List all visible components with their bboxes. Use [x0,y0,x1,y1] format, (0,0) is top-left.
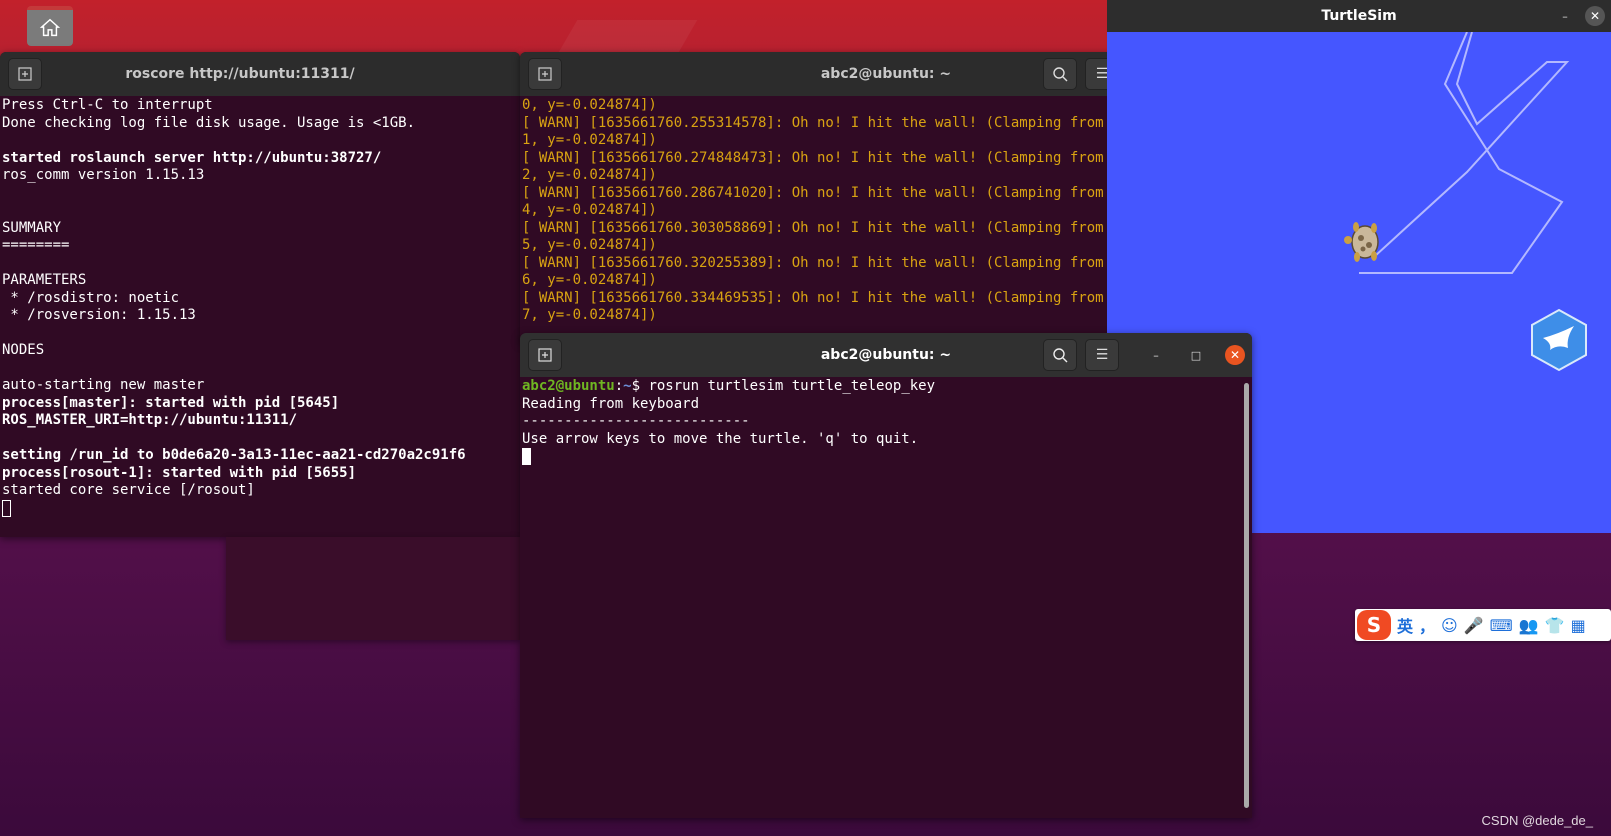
output-line: NODES [2,342,45,358]
terminal-output[interactable]: Press Ctrl-C to interrupt Done checking … [0,96,520,518]
emoji-icon[interactable]: ☺ [1441,616,1458,635]
output-line: ROS_MASTER_URI=http://ubuntu:11311/ [2,412,298,428]
microphone-icon[interactable]: 🎤 [1464,616,1484,635]
output-line: process[master]: started with pid [5645] [2,394,340,411]
close-icon: ✕ [1229,348,1241,362]
output-line: * /rosversion: 1.15.13 [2,307,196,323]
minimize-button[interactable]: – [1146,345,1166,365]
output-line: ======== [2,237,70,253]
prompt-separator: : [614,378,624,394]
minimize-icon: – [1153,348,1159,362]
input-method-toolbar[interactable]: S 英 ， ☺ 🎤 ⌨ 👥 👕 ▦ [1355,609,1611,641]
command-text: rosrun turtlesim turtle_teleop_key [648,378,936,394]
terminal-output[interactable]: abc2@ubuntu:~$ rosrun turtlesim turtle_t… [520,377,1252,467]
roscore-terminal-window[interactable]: roscore http://ubuntu:11311/ Press Ctrl-… [0,52,520,537]
new-tab-icon [538,348,552,362]
maximize-button[interactable]: □ [1186,345,1206,365]
ime-language-toggle[interactable]: 英 [1397,613,1413,637]
output-line: setting /run_id to b0de6a20-3a13-11ec-aa… [2,447,466,463]
turtle-trail [1374,31,1570,257]
turtle-icon [1344,222,1379,262]
scrollbar[interactable] [1244,383,1249,808]
sogou-logo-icon[interactable]: S [1357,610,1391,640]
close-button[interactable]: ✕ [1225,345,1245,365]
teleop-terminal-window[interactable]: abc2@ubuntu: ~ ☰ – □ ✕ abc2@ubuntu:~$ ro… [520,333,1252,818]
prompt-user: abc2@ubuntu [522,378,615,394]
home-icon [39,18,61,37]
roscore-window-shadow [226,537,520,640]
maximize-icon: □ [1190,348,1202,362]
turtle-trail [1359,31,1564,274]
minimize-button[interactable]: – [1555,6,1575,26]
warn-line: 5, y=-0.024874]) [522,237,657,253]
warn-line: [ WARN] [1635661760.303058869]: Oh no! I… [522,219,1197,236]
floating-app-icon[interactable] [1528,308,1590,372]
prompt-path: ~ [623,378,632,394]
warn-line: 6, y=-0.024874]) [522,272,657,288]
warn-line: 1, y=-0.024874]) [522,132,657,148]
text-cursor [522,448,531,465]
warn-line: [ WARN] [1635661760.274848473]: Oh no! I… [522,149,1197,166]
output-line: --------------------------- [522,413,750,429]
warn-line: 0, y=-0.024874]) [522,97,657,113]
text-cursor [2,499,11,517]
warn-line: [ WARN] [1635661760.334469535]: Oh no! I… [522,289,1197,306]
new-tab-button[interactable] [528,58,562,90]
output-line: Use arrow keys to move the turtle. 'q' t… [522,430,919,447]
prompt-symbol: $ [631,378,649,394]
warn-line: 7, y=-0.024874]) [522,307,657,323]
home-folder-icon[interactable] [27,6,73,46]
window-title: TurtleSim [1321,8,1397,24]
output-line: started roslaunch server http://ubuntu:3… [2,149,382,166]
watermark: CSDN @dede_de_ [1481,813,1593,828]
close-button[interactable]: ✕ [1585,6,1605,26]
user-icon[interactable]: 👥 [1519,616,1539,635]
skin-icon[interactable]: 👕 [1545,616,1565,635]
warn-line: 2, y=-0.024874]) [522,167,657,183]
output-line: Done checking log file disk usage. Usage… [2,114,416,131]
toolbox-icon[interactable]: ▦ [1571,616,1586,635]
search-button[interactable] [1043,58,1077,90]
window-title: roscore http://ubuntu:11311/ [125,66,355,82]
hamburger-icon: ☰ [1095,347,1109,363]
new-tab-button[interactable] [8,58,42,90]
new-tab-icon [18,67,32,81]
warn-line: 4, y=-0.024874]) [522,202,657,218]
output-line: Press Ctrl-C to interrupt [2,97,213,113]
new-tab-icon [538,67,552,81]
output-line: PARAMETERS [2,272,87,288]
output-line: ros_comm version 1.15.13 [2,167,205,183]
roscore-titlebar[interactable]: roscore http://ubuntu:11311/ [0,52,520,96]
search-icon [1053,348,1068,363]
titlebar[interactable]: abc2@ubuntu: ~ ☰ – □ ✕ [520,333,1252,377]
turtlesim-titlebar[interactable]: TurtleSim – ✕ [1107,0,1611,32]
menu-button[interactable]: ☰ [1085,339,1119,371]
output-line: Reading from keyboard [522,395,700,412]
output-line: process[rosout-1]: started with pid [565… [2,464,357,481]
warn-line: [ WARN] [1635661760.255314578]: Oh no! I… [522,114,1197,131]
output-line: * /rosdistro: noetic [2,289,180,306]
warn-line: [ WARN] [1635661760.320255389]: Oh no! I… [522,254,1197,271]
search-button[interactable] [1043,339,1077,371]
search-icon [1053,67,1068,82]
keyboard-icon[interactable]: ⌨ [1490,616,1513,635]
ime-punctuation-toggle[interactable]: ， [1419,613,1435,637]
output-line: started core service [/rosout] [2,482,255,498]
close-icon: ✕ [1589,9,1601,23]
minimize-icon: – [1562,9,1568,23]
window-title: abc2@ubuntu: ~ [820,347,952,363]
new-tab-button[interactable] [528,339,562,371]
output-line: auto-starting new master [2,377,205,393]
output-line: SUMMARY [2,219,62,236]
warn-line: [ WARN] [1635661760.286741020]: Oh no! I… [522,184,1197,201]
